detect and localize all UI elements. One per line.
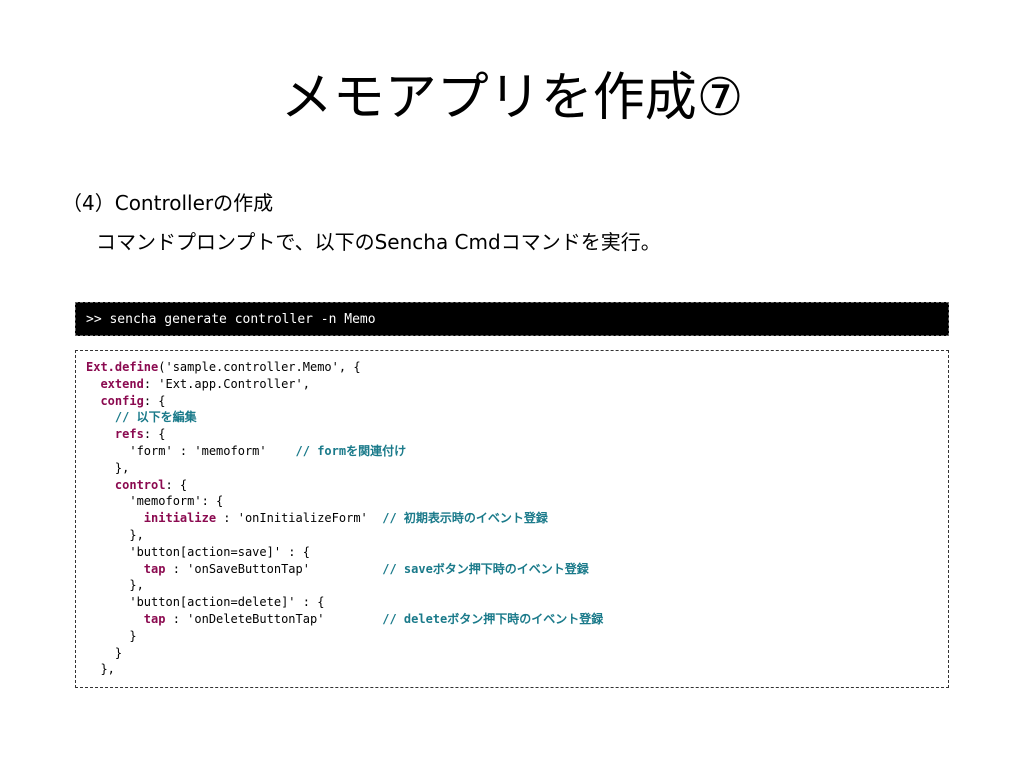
code-line: refs: { xyxy=(86,426,603,443)
code-comment: // 初期表示時のイベント登録 xyxy=(382,511,548,526)
code-keyword: control xyxy=(114,477,166,492)
code-text: ('sample.controller.Memo', { xyxy=(158,360,361,374)
code-keyword: tap xyxy=(143,611,166,626)
code-text: 'button[action=save]' : { xyxy=(86,544,310,559)
code-line: config: { xyxy=(86,393,603,410)
command-text: >> sencha generate controller -n Memo xyxy=(86,312,376,327)
code-keyword: extend xyxy=(100,376,144,391)
code-block: Ext.define('sample.controller.Memo', { e… xyxy=(75,350,949,688)
code-line: } xyxy=(86,645,603,662)
code-line: }, xyxy=(86,527,603,544)
code-comment: // deleteボタン押下時のイベント登録 xyxy=(382,611,604,626)
code-line: 'button[action=delete]' : { xyxy=(86,594,603,611)
code-text: } xyxy=(86,645,123,660)
command-bar: >> sencha generate controller -n Memo xyxy=(75,302,949,336)
code-text: : 'Ext.app.Controller', xyxy=(143,376,310,391)
code-keyword: Ext.define xyxy=(86,360,159,374)
code-line: }, xyxy=(86,577,603,594)
code-lines: Ext.define('sample.controller.Memo', { e… xyxy=(86,359,603,678)
code-text: }, xyxy=(86,460,130,475)
code-line: initialize : 'onInitializeForm' // 初期表示時… xyxy=(86,510,603,527)
code-keyword: config xyxy=(100,393,144,408)
code-line: extend: 'Ext.app.Controller', xyxy=(86,376,603,393)
code-line: Ext.define('sample.controller.Memo', { xyxy=(86,359,603,376)
code-text: }, xyxy=(86,662,115,677)
code-text: : 'onInitializeForm' xyxy=(216,511,383,526)
instruction-text: コマンドプロンプトで、以下のSencha Cmdコマンドを実行。 xyxy=(96,230,661,254)
code-text: : 'onSaveButtonTap' xyxy=(165,561,383,576)
code-text: : { xyxy=(143,427,166,442)
code-text: }, xyxy=(86,578,144,593)
code-text: }, xyxy=(86,527,144,542)
code-line: }, xyxy=(86,661,603,678)
code-line: // 以下を編集 xyxy=(86,409,603,426)
section-heading: （4）Controllerの作成 xyxy=(62,191,274,215)
code-keyword: tap xyxy=(143,561,166,576)
code-text: : { xyxy=(165,477,188,492)
code-text: } xyxy=(86,628,137,643)
code-comment: // formを関連付け xyxy=(295,443,407,458)
code-text: : { xyxy=(143,393,166,408)
code-line: }, xyxy=(86,460,603,477)
code-line: 'button[action=save]' : { xyxy=(86,544,603,561)
code-keyword: refs xyxy=(114,427,144,442)
slide-title: メモアプリを作成⑦ xyxy=(280,68,744,128)
code-comment: // 以下を編集 xyxy=(114,410,197,425)
code-line: 'memoform': { xyxy=(86,493,603,510)
code-text: 'form' : 'memoform' xyxy=(86,443,296,458)
code-line: 'form' : 'memoform' // formを関連付け xyxy=(86,443,603,460)
code-line: tap : 'onDeleteButtonTap' // deleteボタン押下… xyxy=(86,611,603,628)
code-text: : 'onDeleteButtonTap' xyxy=(165,611,383,626)
code-keyword: initialize xyxy=(143,511,217,526)
code-text: 'button[action=delete]' : { xyxy=(86,595,325,610)
code-text: 'memoform': { xyxy=(86,494,224,509)
code-line: } xyxy=(86,628,603,645)
code-line: control: { xyxy=(86,477,603,494)
code-line: tap : 'onSaveButtonTap' // saveボタン押下時のイベ… xyxy=(86,561,603,578)
code-comment: // saveボタン押下時のイベント登録 xyxy=(382,561,589,576)
